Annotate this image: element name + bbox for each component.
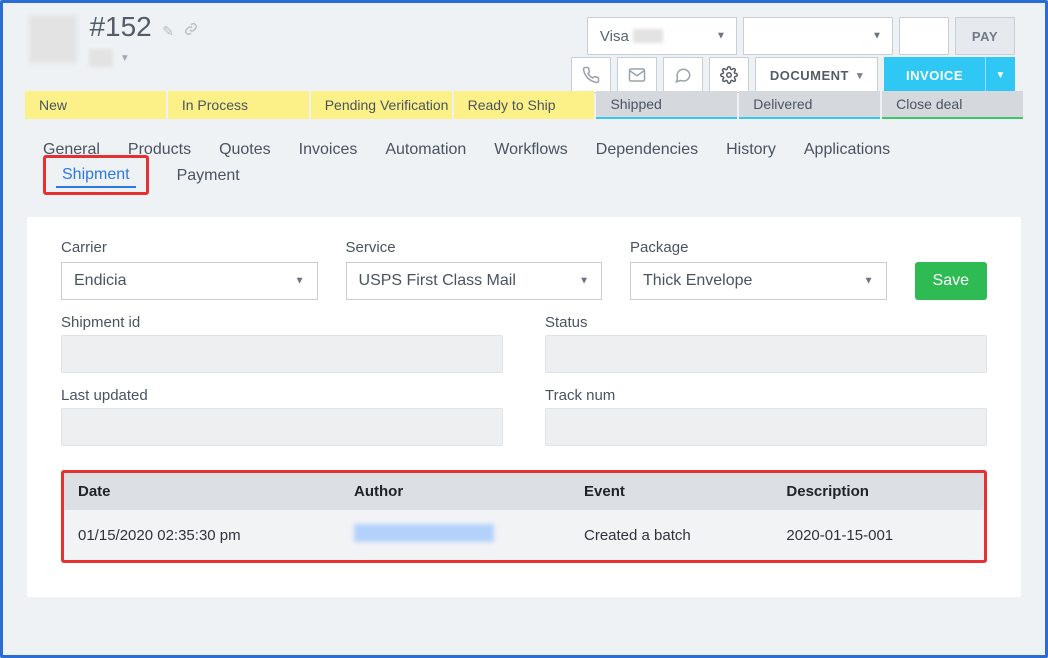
stage-delivered[interactable]: Delivered — [739, 91, 880, 119]
tab-automation[interactable]: Automation — [385, 141, 466, 163]
service-label: Service — [346, 239, 603, 256]
stage-new[interactable]: New — [25, 91, 166, 119]
payment-account-select[interactable]: ▼ — [743, 17, 893, 55]
tracknum-label: Track num — [545, 387, 987, 404]
brand-thumb — [89, 49, 113, 67]
status-field — [545, 335, 987, 373]
edit-icon[interactable]: ✎ — [162, 23, 174, 40]
invoice-dropdown[interactable]: ▼ — [985, 57, 1015, 93]
chevron-down-icon: ▼ — [864, 276, 874, 287]
tab-applications[interactable]: Applications — [804, 141, 890, 163]
payment-amount-input[interactable] — [899, 17, 949, 55]
phone-icon[interactable] — [571, 57, 611, 93]
chevron-down-icon: ▼ — [579, 276, 589, 287]
pay-button[interactable]: PAY — [955, 17, 1015, 55]
card-blur — [633, 29, 663, 43]
log-row: 01/15/2020 02:35:30 pm Created a batch202… — [64, 510, 984, 560]
log-header-author: Author — [340, 473, 570, 510]
invoice-button[interactable]: INVOICE — [884, 57, 985, 93]
tracknum-field — [545, 408, 987, 446]
chat-icon[interactable] — [663, 57, 703, 93]
avatar — [29, 15, 77, 63]
document-button[interactable]: DOCUMENT ▾ — [755, 57, 878, 93]
chevron-down-icon: ▼ — [295, 276, 305, 287]
stage-pending-verification[interactable]: Pending Verification — [311, 91, 452, 119]
link-icon[interactable] — [184, 22, 198, 36]
log-header-date: Date — [64, 473, 340, 510]
tab-invoices[interactable]: Invoices — [299, 141, 358, 163]
carrier-label: Carrier — [61, 239, 318, 256]
stage-ready-to-ship[interactable]: Ready to Ship — [454, 91, 595, 119]
tab-workflows[interactable]: Workflows — [494, 141, 568, 163]
chevron-down-icon: ▼ — [872, 31, 882, 42]
log-header-event: Event — [570, 473, 772, 510]
package-label: Package — [630, 239, 887, 256]
chevron-down-icon: ▾ — [857, 69, 863, 82]
save-button[interactable]: Save — [915, 262, 987, 300]
service-select[interactable]: USPS First Class Mail ▼ — [346, 262, 603, 300]
shipmentid-field — [61, 335, 503, 373]
carrier-select[interactable]: Endicia ▼ — [61, 262, 318, 300]
stage-close-deal[interactable]: Close deal — [882, 91, 1023, 119]
stage-shipped[interactable]: Shipped — [596, 91, 737, 119]
stage-in-process[interactable]: In Process — [168, 91, 309, 119]
tab-history[interactable]: History — [726, 141, 776, 163]
page-title: #152 — [89, 11, 151, 43]
log-event: Created a batch — [570, 510, 772, 560]
shipmentid-label: Shipment id — [61, 314, 503, 331]
gear-icon[interactable] — [709, 57, 749, 93]
tab-payment[interactable]: Payment — [177, 167, 240, 195]
log-desc: 2020-01-15-001 — [772, 510, 984, 560]
log-header-desc: Description — [772, 473, 984, 510]
payment-card-select[interactable]: Visa ▼ — [587, 17, 737, 55]
tab-quotes[interactable]: Quotes — [219, 141, 271, 163]
log-author — [340, 510, 570, 560]
chevron-down-icon[interactable]: ▼ — [120, 53, 130, 64]
package-select[interactable]: Thick Envelope ▼ — [630, 262, 887, 300]
status-label: Status — [545, 314, 987, 331]
tab-dependencies[interactable]: Dependencies — [596, 141, 698, 163]
mail-icon[interactable] — [617, 57, 657, 93]
lastupdated-field — [61, 408, 503, 446]
log-date: 01/15/2020 02:35:30 pm — [64, 510, 340, 560]
tab-shipment[interactable]: Shipment — [56, 163, 136, 188]
chevron-down-icon: ▼ — [716, 31, 726, 42]
lastupdated-label: Last updated — [61, 387, 503, 404]
